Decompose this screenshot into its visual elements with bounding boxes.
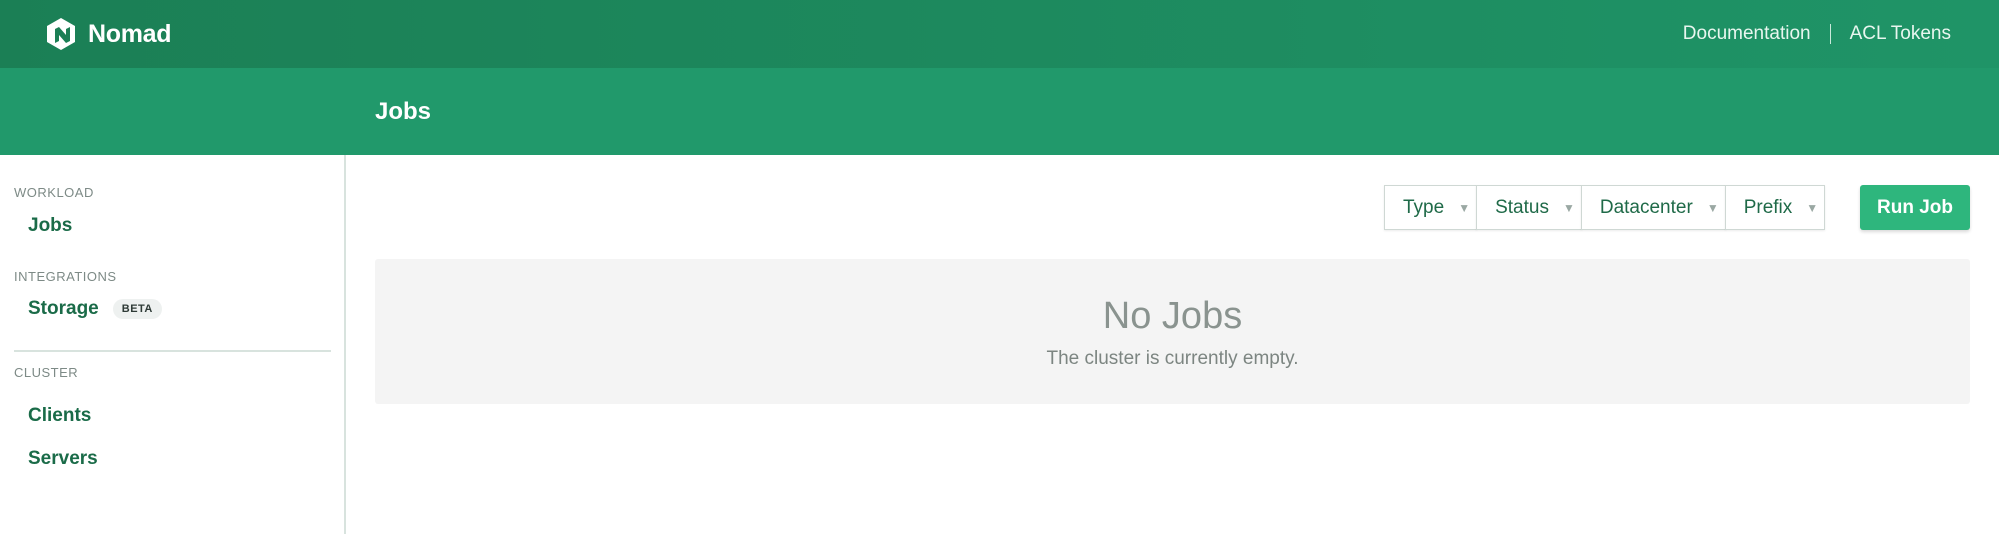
status-filter-dropdown[interactable]: Status ▼ [1476, 185, 1582, 230]
sidebar-heading-cluster: CLUSTER [14, 365, 79, 380]
filter-label: Type [1403, 196, 1445, 218]
sidebar-item-jobs[interactable]: Jobs [28, 215, 72, 237]
top-links-separator [1829, 24, 1831, 44]
caret-down-icon: ▼ [1562, 200, 1575, 215]
prefix-filter-dropdown[interactable]: Prefix ▼ [1724, 185, 1826, 230]
sidebar-item-label: Jobs [28, 215, 73, 236]
caret-down-icon: ▼ [1806, 200, 1819, 215]
empty-state-message: The cluster is currently empty. [1046, 348, 1299, 369]
brand-name: Nomad [88, 19, 172, 48]
acl-tokens-link[interactable]: ACL Tokens [1850, 23, 1951, 45]
empty-state-title: No Jobs [1102, 295, 1243, 337]
sidebar-divider [14, 350, 331, 352]
sidebar-item-servers[interactable]: Servers [28, 448, 98, 470]
sidebar-heading-integrations: INTEGRATIONS [14, 269, 117, 284]
caret-down-icon: ▼ [1706, 200, 1719, 215]
job-filters: Type ▼ Status ▼ Datacenter ▼ Prefix ▼ [1384, 185, 1826, 230]
beta-badge: BETA [112, 299, 162, 319]
nomad-logo-icon [47, 18, 75, 50]
filter-label: Datacenter [1599, 196, 1693, 218]
page-title: Jobs [375, 98, 432, 125]
empty-state: No Jobs The cluster is currently empty. [375, 259, 1970, 404]
filter-label: Status [1495, 196, 1549, 218]
brand-home-link[interactable]: Nomad [44, 17, 172, 51]
sidebar-heading-workload: WORKLOAD [14, 185, 94, 200]
filter-label: Prefix [1743, 196, 1793, 218]
datacenter-filter-dropdown[interactable]: Datacenter ▼ [1580, 185, 1726, 230]
top-links: Documentation ACL Tokens [1683, 0, 1951, 68]
sidebar-item-label: Clients [28, 405, 92, 426]
sidebar-item-clients[interactable]: Clients [28, 405, 91, 427]
sidebar-item-label: Servers [28, 448, 98, 469]
sidebar: WORKLOAD Jobs INTEGRATIONS Storage BETA … [0, 155, 346, 534]
page-header: Jobs [0, 68, 1999, 155]
sidebar-item-label: Storage [28, 298, 99, 319]
type-filter-dropdown[interactable]: Type ▼ [1384, 185, 1478, 230]
documentation-link[interactable]: Documentation [1683, 23, 1811, 45]
caret-down-icon: ▼ [1458, 200, 1471, 215]
top-navbar: Nomad Documentation ACL Tokens [0, 0, 1999, 68]
run-job-button[interactable]: Run Job [1860, 185, 1970, 230]
sidebar-item-storage[interactable]: Storage BETA [28, 298, 162, 320]
